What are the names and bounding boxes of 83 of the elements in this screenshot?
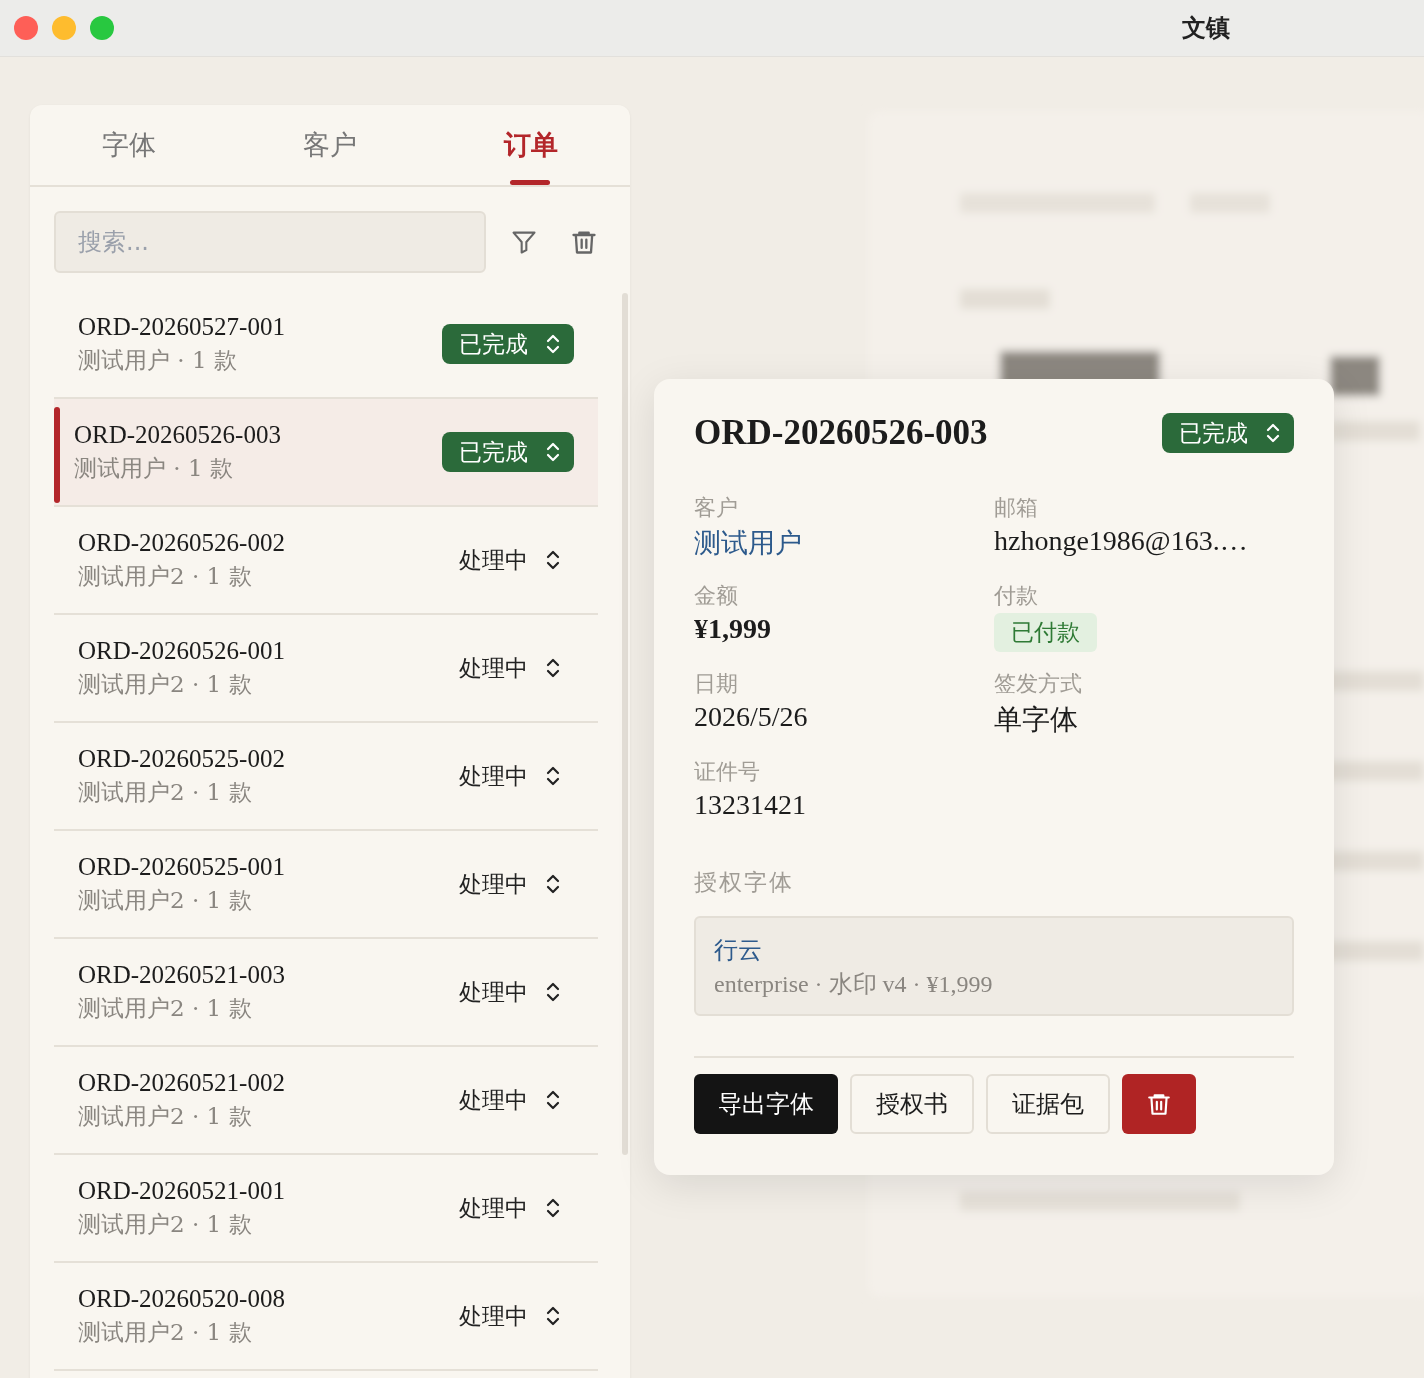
status-select[interactable]: 处理中 [442, 864, 574, 904]
action-button[interactable]: 授权书 [850, 1074, 974, 1134]
font-name: 行云 [714, 935, 763, 966]
delete-button[interactable] [1122, 1074, 1196, 1134]
order-id: ORD-20260521-003 [78, 960, 286, 989]
order-row[interactable]: ORD-20260526-003 测试用户 · 1 款 已完成 [54, 399, 598, 507]
field-value: 13231421 [694, 789, 807, 821]
status-select[interactable]: 处理中 [442, 1188, 574, 1228]
payment-badge: 已付款 [994, 613, 1097, 652]
status-select[interactable]: 已完成 [1162, 413, 1294, 453]
order-row[interactable]: ORD-20260525-001 测试用户2 · 1 款 处理中 [54, 831, 598, 939]
status-select[interactable]: 处理中 [442, 648, 574, 688]
field-value: 单字体 [994, 703, 1079, 737]
order-meta: 测试用户2 · 1 款 [78, 885, 253, 915]
field-label: 签发方式 [994, 670, 1083, 698]
status-select[interactable]: 处理中 [442, 540, 574, 580]
zoom-button[interactable] [90, 16, 114, 40]
chevron-updown-icon [1266, 423, 1280, 443]
field-value: hzhonge1986@163.… [994, 525, 1249, 557]
chevron-updown-icon [546, 766, 560, 786]
window-title: 文镇 [1182, 13, 1230, 44]
order-id: ORD-20260526-002 [78, 528, 286, 557]
field-label: 客户 [694, 494, 739, 522]
order-row[interactable]: ORD-20260521-002 测试用户2 · 1 款 处理中 [54, 1047, 598, 1155]
status-select[interactable]: 处理中 [442, 972, 574, 1012]
trash-icon [1146, 1091, 1172, 1117]
order-meta: 测试用户2 · 1 款 [78, 561, 253, 591]
field-value: 2026/5/26 [694, 701, 809, 733]
chevron-updown-icon [546, 658, 560, 678]
chevron-updown-icon [546, 982, 560, 1002]
order-meta: 测试用户2 · 1 款 [78, 1209, 253, 1239]
order-id: ORD-20260526-001 [78, 636, 286, 665]
order-meta: 测试用户 · 1 款 [78, 345, 238, 375]
order-row[interactable]: ORD-20260526-002 测试用户2 · 1 款 处理中 [54, 507, 598, 615]
status-select[interactable]: 处理中 [442, 1080, 574, 1120]
order-meta: 测试用户2 · 1 款 [78, 1101, 253, 1131]
font-meta: enterprise · 水印 v4 · ¥1,999 [714, 970, 994, 999]
order-id: ORD-20260526-003 [74, 420, 282, 449]
status-select[interactable]: 处理中 [442, 756, 574, 796]
field-label: 证件号 [694, 758, 761, 786]
field-label: 金额 [694, 582, 739, 610]
field-label: 付款 [994, 582, 1039, 610]
chevron-updown-icon [546, 550, 560, 570]
order-id: ORD-20260521-001 [78, 1176, 286, 1205]
order-id: ORD-20260520-008 [78, 1284, 286, 1313]
status-select[interactable]: 已完成 [442, 432, 574, 472]
order-id: ORD-20260525-001 [78, 852, 286, 881]
status-select[interactable]: 已完成 [442, 324, 574, 364]
order-meta: 测试用户2 · 1 款 [78, 993, 253, 1023]
order-meta: 测试用户 · 1 款 [74, 453, 234, 483]
field-label: 日期 [694, 670, 739, 698]
order-meta: 测试用户2 · 1 款 [78, 777, 253, 807]
order-id: ORD-20260525-002 [78, 744, 286, 773]
order-id: ORD-20260521-002 [78, 1068, 286, 1097]
chevron-updown-icon [546, 874, 560, 894]
order-title: ORD-20260526-003 [694, 413, 988, 453]
field-value: ¥1,999 [694, 613, 772, 645]
chevron-updown-icon [546, 442, 560, 462]
order-row[interactable]: ORD-20260520-008 测试用户2 · 1 款 处理中 [54, 1263, 598, 1371]
status-select[interactable]: 处理中 [442, 1296, 574, 1336]
search-field[interactable]: 搜索... [54, 211, 486, 273]
order-meta: 测试用户2 · 1 款 [78, 669, 253, 699]
tab[interactable]: 字体 [30, 105, 230, 185]
chevron-updown-icon [546, 1090, 560, 1110]
export-button[interactable]: 导出字体 [694, 1074, 838, 1134]
close-button[interactable] [14, 16, 38, 40]
scrollbar[interactable] [622, 293, 628, 1155]
tab[interactable]: 客户 [230, 105, 430, 185]
chevron-updown-icon [546, 334, 560, 354]
order-id: ORD-20260527-001 [78, 312, 286, 341]
chevron-updown-icon [546, 1306, 560, 1326]
order-row[interactable]: ORD-20260521-003 测试用户2 · 1 款 处理中 [54, 939, 598, 1047]
chevron-updown-icon [546, 1198, 560, 1218]
order-row[interactable]: ORD-20260521-001 测试用户2 · 1 款 处理中 [54, 1155, 598, 1263]
minimize-button[interactable] [52, 16, 76, 40]
tab[interactable]: 订单 [430, 105, 630, 185]
field-label: 邮箱 [994, 494, 1039, 522]
order-row[interactable]: ORD-20260526-001 测试用户2 · 1 款 处理中 [54, 615, 598, 723]
customer-link[interactable]: 测试用户 [694, 525, 994, 561]
order-meta: 测试用户2 · 1 款 [78, 1317, 253, 1347]
order-row[interactable]: ORD-20260525-002 测试用户2 · 1 款 处理中 [54, 723, 598, 831]
action-button[interactable]: 证据包 [986, 1074, 1110, 1134]
section-heading: 授权字体 [694, 868, 795, 897]
